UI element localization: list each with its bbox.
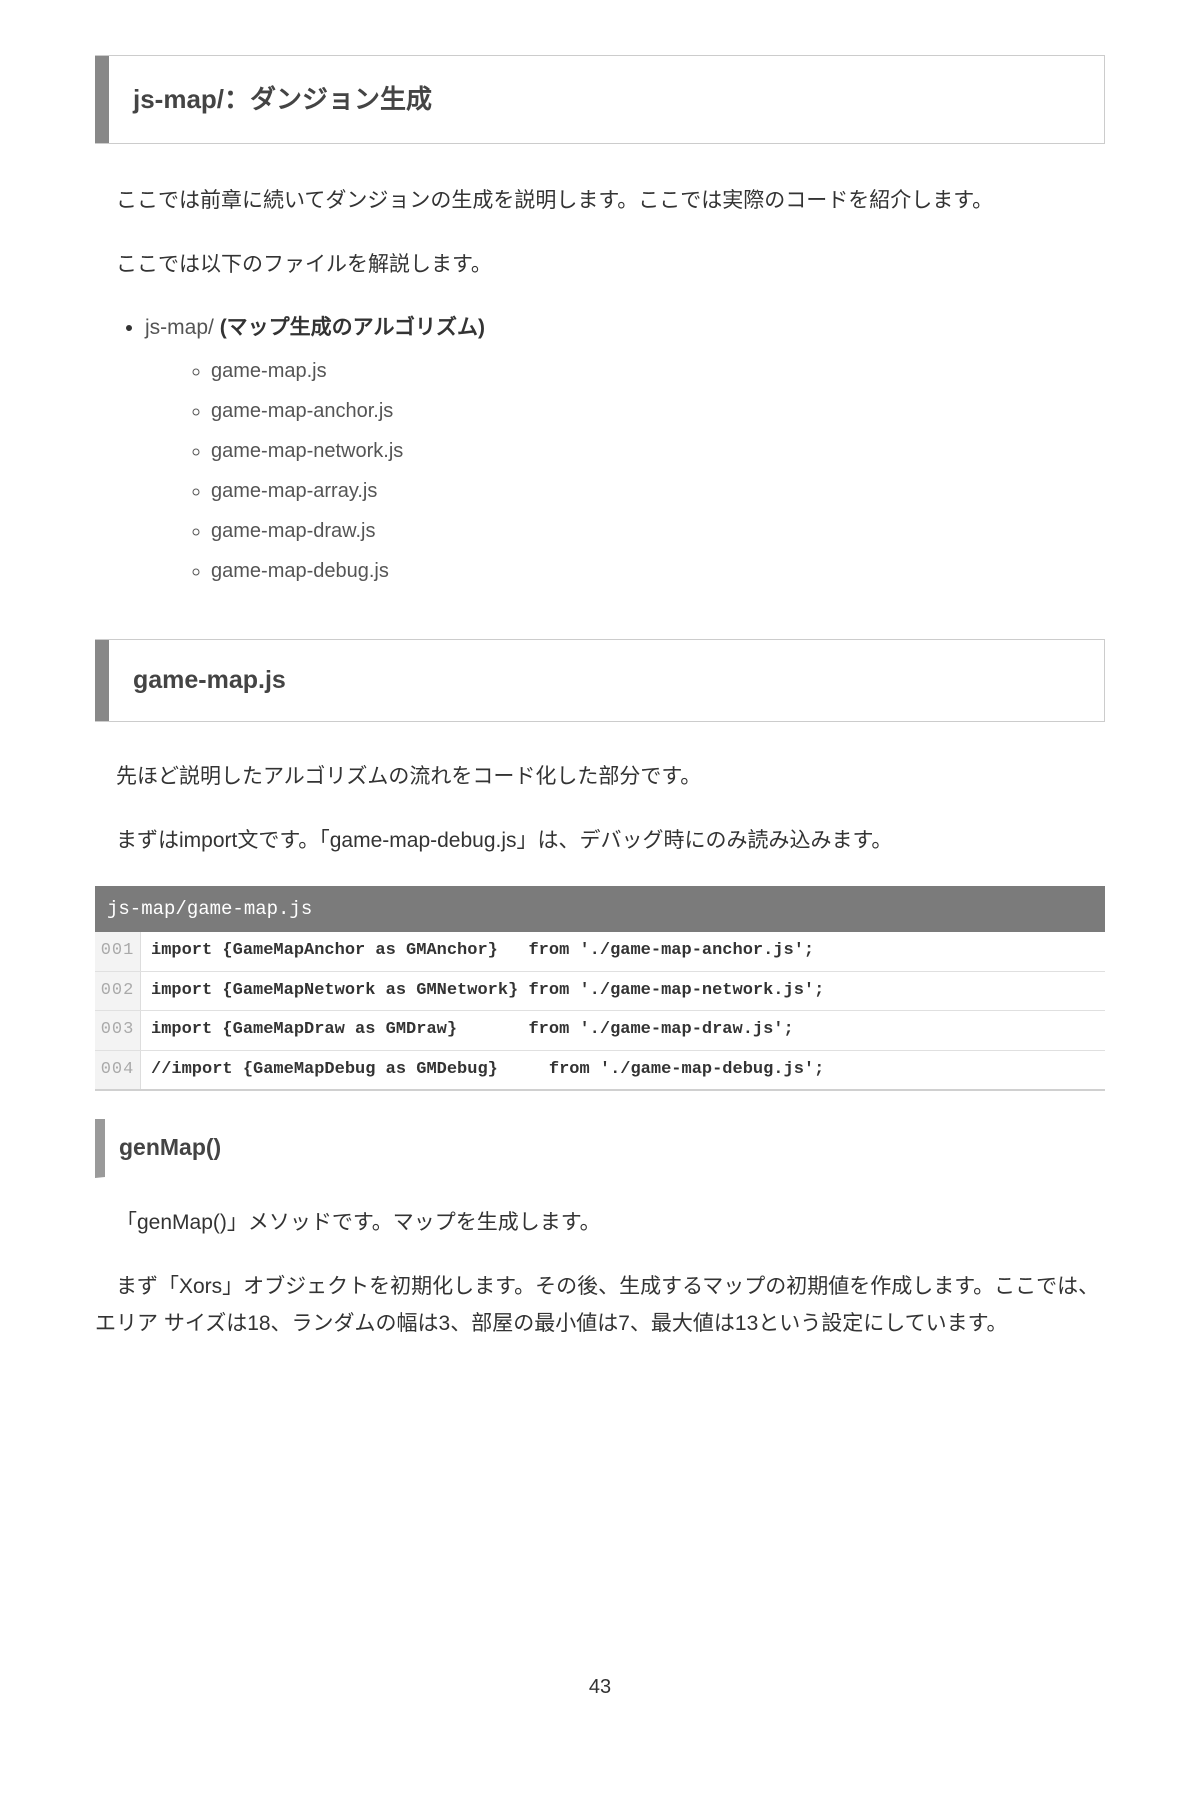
code-line: 002 import {GameMapNetwork as GMNetwork}… — [95, 972, 1105, 1012]
code-filename-header: js-map/game-map.js — [95, 886, 1105, 932]
section2-paragraph-2: まずはimport文です。「game-map-debug.js」は、デバッグ時に… — [95, 822, 1105, 860]
section-heading-3: genMap() — [95, 1119, 1105, 1177]
line-number: 002 — [95, 972, 141, 1011]
code-text: import {GameMapNetwork as GMNetwork} fro… — [141, 972, 834, 1011]
intro-paragraph-2: ここでは以下のファイルを解説します。 — [95, 246, 1105, 284]
section3-paragraph-2: まず「Xors」オブジェクトを初期化します。その後、生成するマップの初期値を作成… — [95, 1268, 1105, 1344]
code-line: 001 import {GameMapAnchor as GMAnchor} f… — [95, 932, 1105, 972]
line-number: 003 — [95, 1011, 141, 1050]
heading-2-text: game-map.js — [109, 640, 310, 721]
page-number: 43 — [589, 1669, 611, 1705]
heading-bar — [95, 640, 109, 721]
code-block: js-map/game-map.js 001 import {GameMapAn… — [95, 886, 1105, 1092]
section-heading-1: js-map/：ダンジョン生成 — [95, 55, 1105, 144]
folder-name: js-map/ — [145, 316, 220, 339]
section3-paragraph-1: 「genMap()」メソッドです。マップを生成します。 — [95, 1204, 1105, 1242]
code-line: 004 //import {GameMapDebug as GMDebug} f… — [95, 1051, 1105, 1092]
list-item: game-map-debug.js — [211, 553, 1105, 589]
list-item-folder: js-map/ (マップ生成のアルゴリズム) game-map.js game-… — [145, 309, 1105, 589]
section2-paragraph-1: 先ほど説明したアルゴリズムの流れをコード化した部分です。 — [95, 758, 1105, 796]
file-sublist: game-map.js game-map-anchor.js game-map-… — [145, 353, 1105, 589]
line-number: 004 — [95, 1051, 141, 1090]
list-item: game-map.js — [211, 353, 1105, 389]
list-item: game-map-draw.js — [211, 513, 1105, 549]
heading-bar — [95, 56, 109, 143]
code-text: //import {GameMapDebug as GMDebug} from … — [141, 1051, 834, 1090]
list-item: game-map-anchor.js — [211, 393, 1105, 429]
intro-paragraph-1: ここでは前章に続いてダンジョンの生成を説明します。ここでは実際のコードを紹介しま… — [95, 182, 1105, 220]
line-number: 001 — [95, 932, 141, 971]
heading-3-text: genMap() — [119, 1134, 221, 1160]
folder-desc: (マップ生成のアルゴリズム) — [220, 316, 485, 339]
heading-1-text: js-map/：ダンジョン生成 — [109, 56, 456, 143]
code-text: import {GameMapDraw as GMDraw} from './g… — [141, 1011, 804, 1050]
file-outline-list: js-map/ (マップ生成のアルゴリズム) game-map.js game-… — [95, 309, 1105, 589]
section-heading-2: game-map.js — [95, 639, 1105, 722]
list-item: game-map-network.js — [211, 433, 1105, 469]
code-text: import {GameMapAnchor as GMAnchor} from … — [141, 932, 824, 971]
code-line: 003 import {GameMapDraw as GMDraw} from … — [95, 1011, 1105, 1051]
list-item: game-map-array.js — [211, 473, 1105, 509]
